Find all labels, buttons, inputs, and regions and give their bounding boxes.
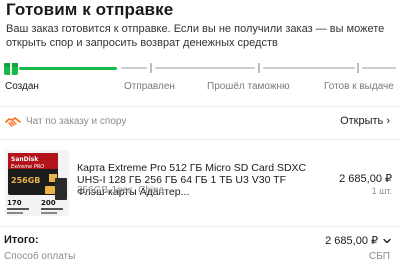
product-price: 2 685,00 ₽ (339, 173, 392, 185)
product-thumbnail[interactable]: SanDisk Extreme PRO 256GB 170 200 (5, 150, 69, 216)
step-label-ready: Готов к выдаче (324, 81, 394, 92)
total-value: 2 685,00 ₽ (325, 235, 378, 247)
thumb-capacity: 256GB (11, 176, 40, 185)
sd-card-image: SanDisk Extreme PRO 256GB 170 200 (5, 150, 69, 216)
thumb-brand: SanDisk (11, 156, 39, 163)
payment-method-row: Способ оплаты СБП (0, 251, 400, 263)
product-quantity: 1 шт. (371, 186, 392, 196)
progress-pending-segment (362, 67, 396, 69)
total-label: Итого: (4, 234, 39, 246)
progress-pending-segment (121, 67, 147, 69)
order-total-row[interactable]: Итого: 2 685,00 ₽ (0, 234, 400, 248)
product-variant: 256GB-1pcs, China (77, 185, 165, 196)
divider (0, 139, 400, 140)
open-chat-button[interactable]: Открыть › (340, 115, 390, 127)
page-title: Готовим к отправке (6, 0, 174, 19)
thumb-read-speed: 170 (7, 199, 22, 207)
order-chat-label: Чат по заказу и спору (26, 116, 127, 127)
chevron-right-icon: › (386, 115, 390, 127)
progress-pending-segment (263, 67, 355, 69)
progress-done-segment (19, 67, 117, 70)
thumb-write-speed: 200 (41, 199, 56, 207)
progress-step-marker (258, 63, 260, 73)
step-label-shipped: Отправлен (124, 81, 175, 92)
progress-step-marker (357, 63, 359, 73)
payment-label: Способ оплаты (4, 251, 76, 262)
status-description: Ваш заказ готовится к отправке. Если вы … (6, 23, 385, 49)
step-label-customs: Прошёл таможню (207, 81, 290, 92)
divider (0, 226, 400, 227)
order-progress: Создан Отправлен Прошёл таможню Готов к … (0, 55, 400, 105)
divider (0, 106, 400, 107)
order-chat-row[interactable]: Чат по заказу и спору Открыть › (0, 112, 400, 134)
thumb-line: Extreme PRO (11, 164, 44, 170)
handshake-icon (5, 117, 21, 127)
package-icon (4, 63, 18, 75)
step-label-created: Создан (5, 81, 39, 92)
payment-value: СБП (369, 251, 390, 262)
chevron-down-icon[interactable] (382, 236, 392, 246)
order-item[interactable]: SanDisk Extreme PRO 256GB 170 200 Карта … (0, 150, 400, 222)
open-chat-label: Открыть (340, 115, 384, 127)
progress-step-marker (150, 63, 152, 73)
progress-pending-segment (155, 67, 255, 69)
